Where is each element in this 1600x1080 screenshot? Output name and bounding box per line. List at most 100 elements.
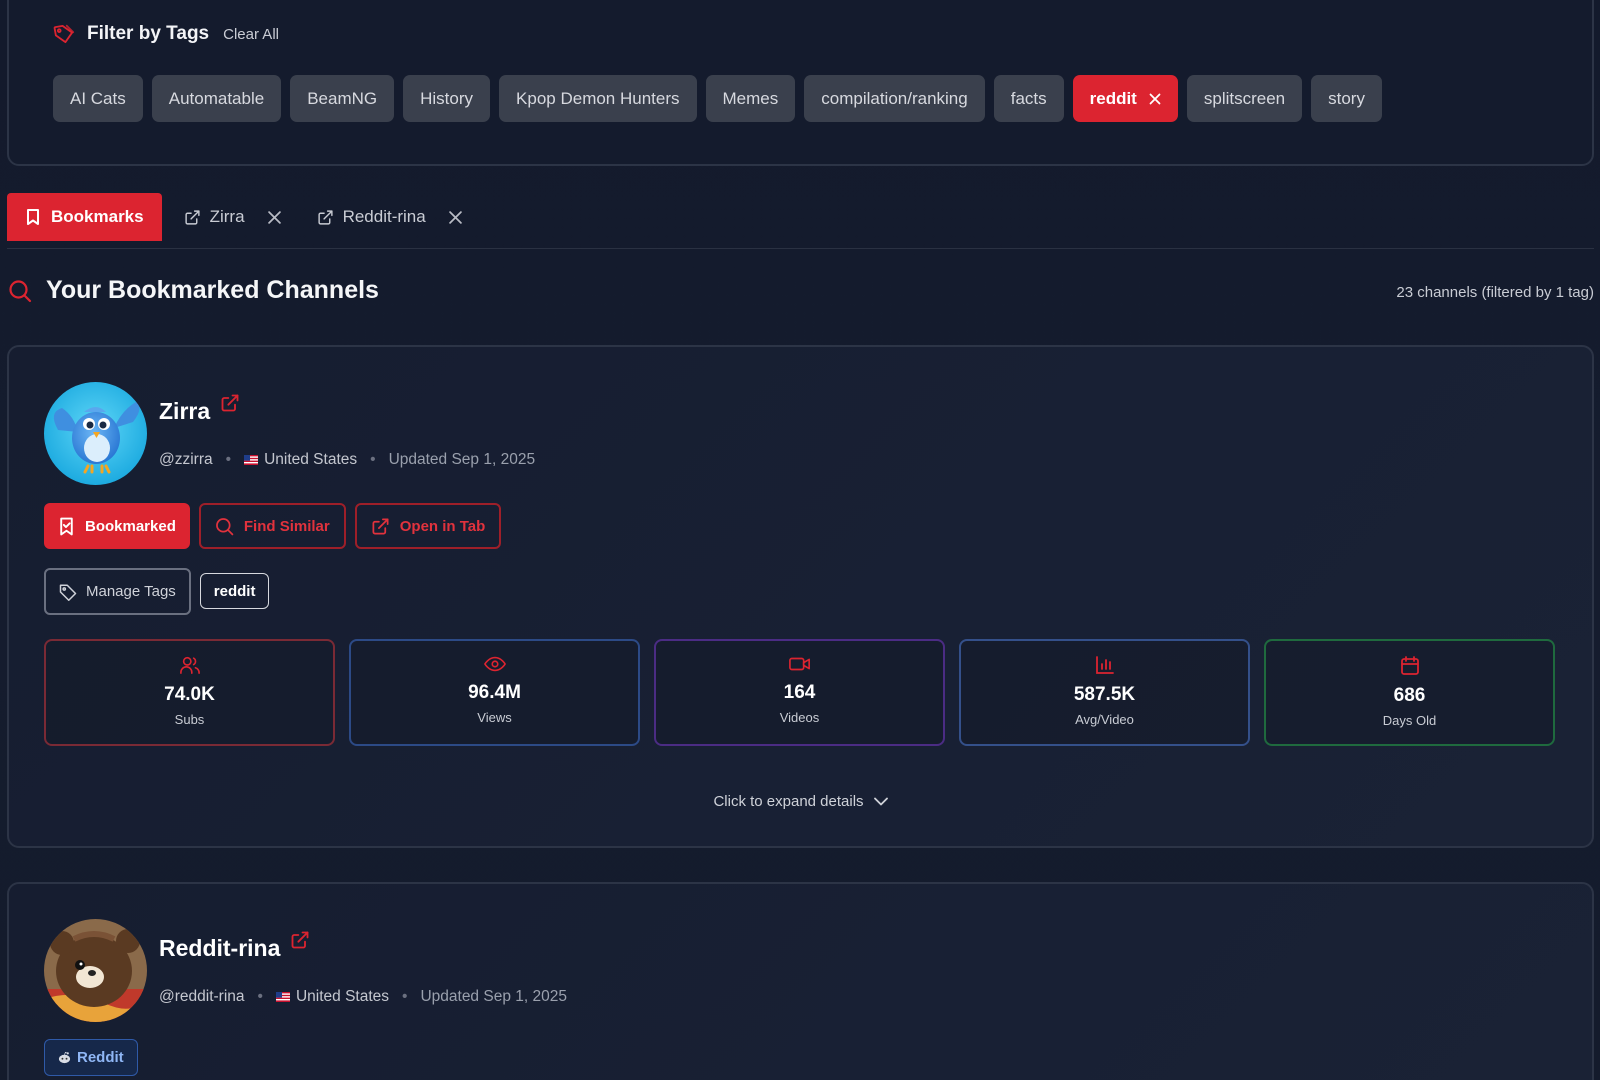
find-similar-button[interactable]: Find Similar: [198, 503, 346, 549]
stat-value: 587.5K: [1073, 684, 1136, 705]
avatar[interactable]: [44, 382, 147, 485]
tab-label: Zirra: [209, 207, 245, 226]
us-flag-icon: [275, 992, 290, 1002]
channel-count: 23 channels (filtered by 1 tag): [1396, 284, 1594, 301]
stat-label: Avg/Video: [1075, 712, 1134, 727]
channel-updated: Updated Sep 1, 2025: [420, 988, 567, 1005]
stat-label: Videos: [779, 710, 820, 725]
tag-chip-label: compilation/ranking: [821, 88, 968, 108]
close-icon[interactable]: [267, 210, 281, 224]
filter-header: Filter by Tags Clear All: [53, 23, 279, 45]
tag-chip[interactable]: compilation/ranking: [804, 75, 985, 122]
channel-card: Zirra @zzirra • United States • Updated …: [7, 345, 1594, 848]
tag-chip[interactable]: splitscreen: [1186, 75, 1303, 122]
button-label: Find Similar: [243, 517, 330, 535]
clear-all-button[interactable]: Clear All: [223, 26, 279, 43]
tag-chip-label: Memes: [722, 88, 779, 108]
tag-chip-label: reddit: [1089, 88, 1137, 108]
stat-label: Subs: [174, 712, 205, 727]
tab-bar: Bookmarks Zirra Reddit-rina: [7, 193, 476, 241]
tag-chip[interactable]: AI Cats: [53, 75, 143, 122]
platform-badge: Reddit: [44, 1039, 138, 1076]
tab-label: Reddit-rina: [342, 207, 426, 226]
bar-chart-icon: [1095, 655, 1115, 675]
tag-chip[interactable]: facts: [993, 75, 1064, 122]
open-in-tab-button[interactable]: Open in Tab: [354, 503, 502, 549]
tag-chip[interactable]: Kpop Demon Hunters: [499, 75, 697, 122]
tag-chip[interactable]: reddit: [1072, 75, 1178, 122]
video-icon: [788, 655, 811, 673]
stat-card: 96.4M Views: [349, 639, 640, 746]
stat-value: 686: [1393, 685, 1426, 706]
stat-value: 96.4M: [468, 682, 521, 703]
tag-chip[interactable]: History: [403, 75, 491, 122]
tag-chip-label: facts: [1010, 88, 1047, 108]
tab-label: Bookmarks: [51, 207, 144, 226]
button-label: Open in Tab: [399, 517, 486, 535]
tag-chip-label: Automatable: [168, 88, 265, 108]
tag-icon: [53, 23, 75, 45]
avatar[interactable]: [44, 919, 147, 1022]
bookmark-icon: [25, 208, 41, 226]
stat-card: 587.5K Avg/Video: [959, 639, 1250, 746]
tag-chip-label: story: [1328, 88, 1365, 108]
tag-pill-reddit[interactable]: reddit: [199, 573, 270, 609]
tab-bookmarks[interactable]: Bookmarks: [7, 193, 162, 241]
button-label: Manage Tags: [86, 583, 176, 600]
chevron-down-icon: [873, 797, 888, 806]
channel-country: United States: [264, 451, 358, 468]
separator: •: [257, 988, 263, 1005]
manage-tags-button[interactable]: Manage Tags: [44, 568, 191, 615]
channel-tags: Manage Tags reddit: [44, 568, 270, 615]
expand-details-button[interactable]: Click to expand details: [9, 793, 1592, 810]
stat-value: 164: [783, 682, 816, 703]
tag-chip[interactable]: story: [1311, 75, 1382, 122]
search-icon: [215, 517, 234, 536]
tag-chip[interactable]: Automatable: [151, 75, 282, 122]
tag-filter-list: AI Cats Automatable BeamNG History Kpop Demo…: [53, 75, 1382, 122]
tag-chip-label: splitscreen: [1203, 88, 1286, 108]
expand-label: Click to expand details: [713, 793, 864, 810]
external-link-icon: [371, 517, 390, 536]
button-label: Bookmarked: [85, 517, 176, 535]
tab-zirra[interactable]: Zirra: [162, 193, 295, 241]
tag-chip[interactable]: Memes: [705, 75, 796, 122]
divider: [7, 248, 1594, 249]
tab-reddit-rina[interactable]: Reddit-rina: [295, 193, 476, 241]
channel-handle: @reddit-rina: [159, 988, 245, 1005]
section-header: Your Bookmarked Channels: [8, 276, 379, 305]
channel-country: United States: [295, 988, 390, 1005]
bookmark-check-icon: [58, 517, 75, 536]
us-flag-icon: [244, 455, 259, 465]
eye-icon: [483, 655, 506, 673]
stats-row: 74.0K Subs 96.4M Views 164 Videos 587.5K Avg/Vi…: [44, 639, 1555, 746]
separator: •: [402, 988, 408, 1005]
search-icon: [8, 279, 32, 303]
stat-card: 164 Videos: [654, 639, 945, 746]
channel-name[interactable]: Zirra: [159, 398, 210, 425]
filter-title: Filter by Tags: [87, 23, 210, 44]
external-link-icon[interactable]: [220, 393, 240, 413]
tag-chip-label: AI Cats: [70, 88, 126, 108]
external-link-icon[interactable]: [290, 930, 310, 950]
close-icon[interactable]: [448, 210, 462, 224]
channel-name[interactable]: Reddit-rina: [159, 935, 280, 962]
action-buttons: Bookmarked Find Similar Open in Tab: [44, 503, 502, 549]
tag-chip-label: Kpop Demon Hunters: [516, 88, 680, 108]
tag-chip-label: BeamNG: [307, 88, 378, 108]
stat-card: 686 Days Old: [1264, 639, 1555, 746]
reddit-icon: [58, 1051, 71, 1064]
separator: •: [225, 451, 232, 468]
separator: •: [370, 451, 376, 468]
stat-value: 74.0K: [164, 684, 215, 705]
channel-meta: @reddit-rina • United States • Updated S…: [159, 988, 567, 1006]
users-icon: [179, 655, 201, 675]
bookmarked-button[interactable]: Bookmarked: [44, 503, 190, 549]
channel-updated: Updated Sep 1, 2025: [388, 451, 536, 468]
external-link-icon: [317, 209, 334, 226]
filter-panel: Filter by Tags Clear All AI Cats Automata…: [7, 0, 1594, 166]
tag-chip[interactable]: BeamNG: [290, 75, 395, 122]
stat-label: Days Old: [1382, 713, 1437, 728]
channel-card: Reddit-rina @reddit-rina • United States…: [7, 882, 1594, 1080]
close-icon[interactable]: [1149, 93, 1161, 105]
